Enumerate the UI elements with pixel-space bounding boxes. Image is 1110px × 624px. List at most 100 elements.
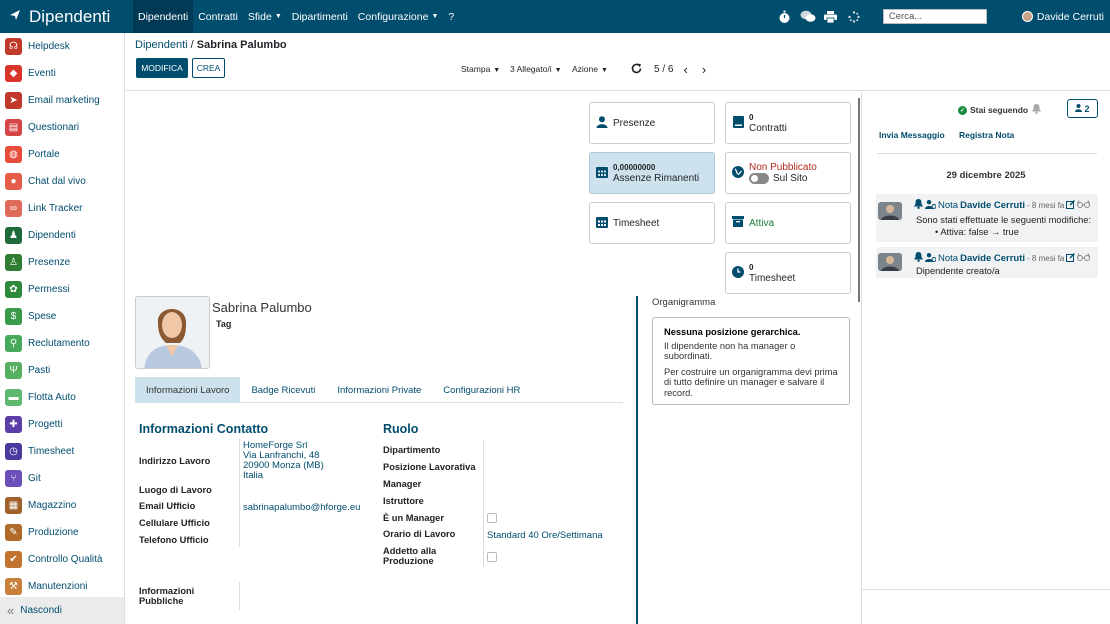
sidebar-item-spese[interactable]: $ Spese xyxy=(0,303,124,330)
clock-icon: ◷ xyxy=(5,443,22,460)
menu-help[interactable]: ? xyxy=(443,0,459,33)
sidebar-item-dipendenti[interactable]: ♟ Dipendenti xyxy=(0,222,124,249)
work-address-value[interactable]: HomeForge Srl Via Lanfranchi, 48 20900 M… xyxy=(243,441,324,481)
phone-label: Telefono Ufficio xyxy=(139,535,209,545)
log-note-button[interactable]: Registra Nota xyxy=(959,130,1014,140)
production-checkbox[interactable] xyxy=(487,552,497,562)
avatar[interactable] xyxy=(878,253,902,271)
timesheet-button[interactable]: Timesheet xyxy=(589,202,715,244)
sidebar-item-label: Portale xyxy=(28,149,60,160)
timesheet-count-button[interactable]: 0 Timesheet xyxy=(725,252,851,294)
pager-value[interactable]: 5 / 6 xyxy=(654,64,673,75)
sidebar-item-email-marketing[interactable]: ➤ Email marketing xyxy=(0,87,124,114)
edit-icon[interactable] xyxy=(1066,199,1076,212)
employee-photo[interactable] xyxy=(135,296,210,369)
website-publish-button[interactable]: Non Pubblicato Sul Sito xyxy=(725,152,851,194)
calendar-icon xyxy=(595,216,609,231)
app-brand[interactable]: Dipendenti xyxy=(0,0,133,33)
app-menu-icon[interactable] xyxy=(9,9,21,24)
following-status[interactable]: ✓ Stai seguendo xyxy=(958,105,1028,115)
employee-name[interactable]: Sabrina Palumbo xyxy=(212,300,312,315)
presenze-button[interactable]: Presenze xyxy=(589,102,715,144)
app-sidebar: ☊ Helpdesk ◆ Eventi ➤ Email marketing ▤ Questio… xyxy=(0,33,125,624)
sidebar-item-reclutamento[interactable]: ⚲ Reclutamento xyxy=(0,330,124,357)
sidebar-item-pasti[interactable]: Ψ Pasti xyxy=(0,357,124,384)
sidebar-item-timesheet[interactable]: ◷ Timesheet xyxy=(0,438,124,465)
contratti-button[interactable]: 0 Contratti xyxy=(725,102,851,144)
sidebar-item-presenze[interactable]: ♙ Presenze xyxy=(0,249,124,276)
work-email-value[interactable]: sabrinapalumbo@hforge.eu xyxy=(243,503,360,513)
sidebar-item-link-tracker[interactable]: ∞ Link Tracker xyxy=(0,195,124,222)
stopwatch-icon[interactable] xyxy=(775,8,795,26)
menu-dipartimenti[interactable]: Dipartimenti xyxy=(287,0,353,33)
create-button[interactable]: CREA xyxy=(192,58,225,78)
user-name: Davide Cerruti xyxy=(1036,10,1104,23)
tab-informazioni-private[interactable]: Informazioni Private xyxy=(326,377,432,403)
tab-configurazioni-hr[interactable]: Configurazioni HR xyxy=(432,377,531,403)
avatar[interactable] xyxy=(878,202,902,220)
tab-badge-ricevuti[interactable]: Badge Ricevuti xyxy=(240,377,326,403)
caret-down-icon: ▼ xyxy=(554,67,562,74)
sidebar-item-git[interactable]: ⑂ Git xyxy=(0,465,124,492)
menu-contratti[interactable]: Contratti xyxy=(193,0,243,33)
org-chart-title: Nessuna posizione gerarchica. xyxy=(664,327,801,337)
publish-toggle[interactable] xyxy=(749,172,769,184)
sidebar-item-chat-dal-vivo[interactable]: ● Chat dal vivo xyxy=(0,168,124,195)
print-icon[interactable] xyxy=(821,8,841,26)
sidebar-item-helpdesk[interactable]: ☊ Helpdesk xyxy=(0,33,124,60)
sidebar-item-produzione[interactable]: ✎ Produzione xyxy=(0,519,124,546)
timesheet-label: Timesheet xyxy=(613,217,660,229)
sidebar-item-flotta-auto[interactable]: ▬ Flotta Auto xyxy=(0,384,124,411)
org-chart-text-1: Il dipendente non ha manager o subordina… xyxy=(664,340,796,362)
print-dropdown[interactable]: Stampa ▼ xyxy=(461,64,500,74)
sidebar-item-label: Progetti xyxy=(28,419,63,430)
production-label-2: Produzione xyxy=(383,556,434,566)
message-item: Nota Davide Cerruti - 8 mesi fa Sono sta… xyxy=(876,194,1098,242)
sidebar-item-controllo-qualit[interactable]: ✔ Controllo Qualità xyxy=(0,546,124,573)
send-message-button[interactable]: Invia Messaggio xyxy=(879,130,945,140)
attachments-dropdown[interactable]: 3 Allegato/i ▼ xyxy=(510,64,562,74)
sidebar-item-manutenzioni[interactable]: ⚒ Manutenzioni xyxy=(0,573,124,600)
assenze-button[interactable]: 0,00000000 Assenze Rimanenti xyxy=(589,152,715,194)
bell-icon[interactable] xyxy=(1032,104,1041,116)
menu-label: Contratti xyxy=(198,10,238,23)
chevron-left-icon[interactable]: ‹ xyxy=(683,62,687,77)
working-hours-value[interactable]: Standard 40 Ore/Settimana xyxy=(487,531,603,541)
message-author[interactable]: Davide Cerruti xyxy=(960,200,1025,211)
menu-configurazione[interactable]: Configurazione ▼ xyxy=(353,0,444,33)
sidebar-item-permessi[interactable]: ✿ Permessi xyxy=(0,276,124,303)
sidebar-item-magazzino[interactable]: ▦ Magazzino xyxy=(0,492,124,519)
sidebar-item-portale[interactable]: ◍ Portale xyxy=(0,141,124,168)
user-menu[interactable]: Davide Cerruti xyxy=(1021,10,1104,23)
form-tabs: Informazioni Lavoro Badge Ricevuti Infor… xyxy=(135,377,623,403)
sidebar-item-eventi[interactable]: ◆ Eventi xyxy=(0,60,124,87)
active-button[interactable]: Attiva xyxy=(725,202,851,244)
discuss-icon[interactable] xyxy=(798,8,818,26)
followers-button[interactable]: 2 xyxy=(1067,99,1098,118)
tab-informazioni-lavoro[interactable]: Informazioni Lavoro xyxy=(135,377,241,403)
edit-button[interactable]: MODIFICA xyxy=(136,58,188,78)
refresh-icon[interactable] xyxy=(631,63,642,77)
chevron-right-icon[interactable]: › xyxy=(702,62,706,77)
sidebar-item-label: Email marketing xyxy=(28,95,100,106)
sidebar-item-label: Eventi xyxy=(28,68,56,79)
search-input[interactable]: Cerca... xyxy=(882,9,987,24)
form-scrollbar[interactable] xyxy=(858,98,860,302)
chatter-divider xyxy=(877,153,1097,154)
edit-icon[interactable] xyxy=(1066,252,1076,265)
sidebar-item-label: Magazzino xyxy=(28,500,77,511)
is-manager-checkbox[interactable] xyxy=(487,513,497,523)
sidebar-item-label: Questionari xyxy=(28,122,80,133)
breadcrumb-parent[interactable]: Dipendenti xyxy=(135,39,188,51)
sidebar-item-progetti[interactable]: ✚ Progetti xyxy=(0,411,124,438)
message-author[interactable]: Davide Cerruti xyxy=(960,253,1025,264)
action-dropdown[interactable]: Azione ▼ xyxy=(572,64,608,74)
sidebar-item-questionari[interactable]: ▤ Questionari xyxy=(0,114,124,141)
menu-dipendenti[interactable]: Dipendenti xyxy=(133,0,194,33)
sidebar-item-label: Reclutamento xyxy=(28,338,90,349)
hide-sidebar-button[interactable]: « Nascondi xyxy=(0,597,124,624)
glasses-icon[interactable] xyxy=(1077,200,1091,211)
message-type: Nota xyxy=(938,253,959,264)
menu-sfide[interactable]: Sfide ▼ xyxy=(243,0,287,33)
glasses-icon[interactable] xyxy=(1077,253,1091,264)
